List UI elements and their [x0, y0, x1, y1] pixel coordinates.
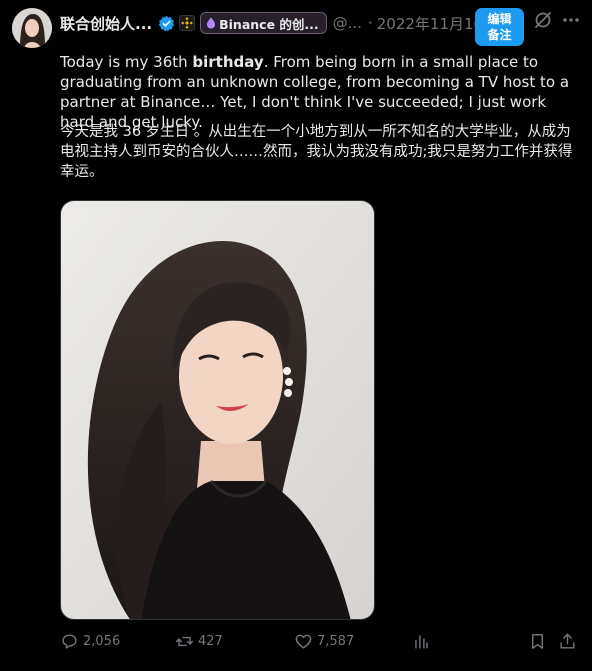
tweet-text-en-bold: birthday: [192, 53, 264, 71]
share-button[interactable]: [558, 628, 577, 654]
like-button[interactable]: 7,587: [294, 628, 354, 654]
tweet-text-chinese: 今天是我 36 岁生日 。从出生在一个小地方到从一所不知名的大学毕业，从成为电视…: [60, 124, 573, 180]
more-options-icon[interactable]: [560, 12, 582, 28]
tweet-text-en-before: Today is my 36th: [60, 53, 193, 71]
bookmark-button[interactable]: [528, 628, 547, 654]
edit-note-label-line2: 备注: [487, 28, 512, 42]
author-handle[interactable]: @...: [333, 14, 362, 32]
grok-icon[interactable]: [533, 10, 553, 30]
reply-count: 2,056: [83, 633, 121, 649]
flame-icon: [207, 17, 216, 29]
analytics-icon: [415, 634, 428, 649]
author-name[interactable]: 联合创始人...: [60, 13, 152, 34]
binance-logo-icon[interactable]: [179, 15, 196, 31]
tweet-header: 联合创始人... Binance 的创... @... · 2022年11月16…: [60, 12, 498, 34]
avatar-photo: [12, 8, 52, 48]
author-avatar[interactable]: [12, 8, 52, 48]
portrait-photo: [61, 201, 374, 619]
reply-icon: [62, 633, 77, 649]
analytics-button[interactable]: [412, 628, 431, 654]
retweet-count: 427: [198, 633, 223, 649]
action-bar: 2,056 427 7,587: [60, 628, 580, 654]
reply-button[interactable]: 2,056: [60, 628, 120, 654]
tweet-text-english: Today is my 36th birthday. From being bo…: [60, 52, 580, 132]
heart-icon: [295, 634, 312, 649]
affiliation-label: Binance 的创...: [219, 16, 319, 32]
edit-note-label-line1: 编辑: [487, 12, 512, 26]
like-count: 7,587: [317, 633, 355, 649]
retweet-button[interactable]: 427: [175, 628, 223, 654]
retweet-icon: [175, 636, 194, 646]
tweet-photo[interactable]: [60, 200, 375, 620]
bookmark-icon: [532, 633, 543, 649]
verified-badge-icon: [158, 15, 175, 31]
share-icon: [560, 633, 575, 649]
affiliation-badge[interactable]: Binance 的创...: [200, 12, 327, 34]
separator-dot: ·: [367, 14, 373, 32]
edit-note-button[interactable]: 编辑 备注: [475, 8, 524, 46]
